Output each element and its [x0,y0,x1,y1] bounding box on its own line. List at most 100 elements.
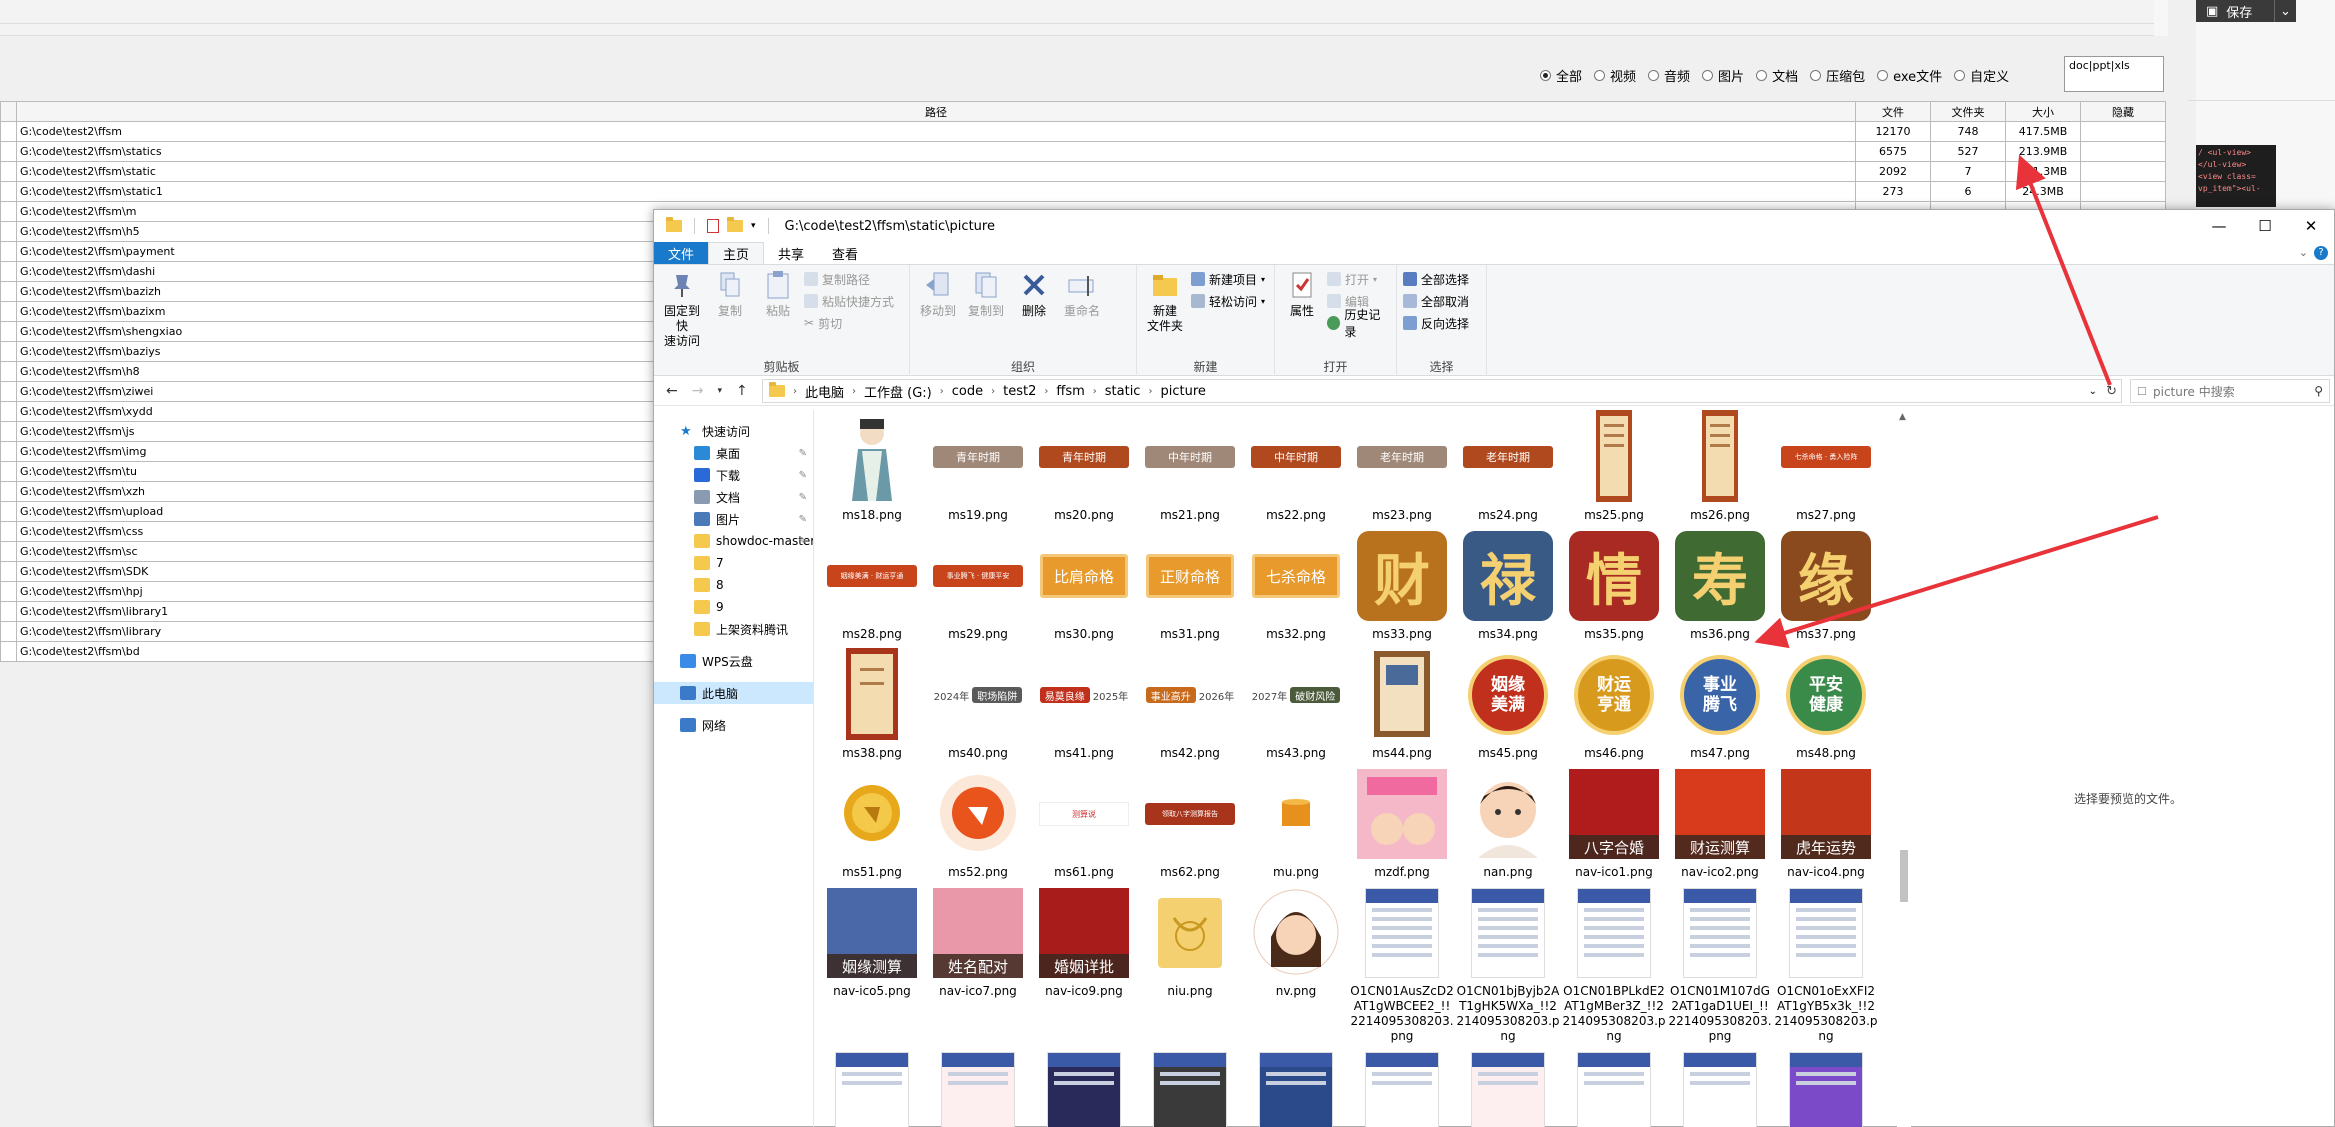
column-header-path[interactable]: 路径 [15,101,1857,122]
chevron-down-icon[interactable]: ⌄ [2274,0,2296,22]
file-item[interactable]: 婚姻详批 nav-ico9.png [1032,886,1136,999]
pin-icon[interactable]: ✎ [799,536,807,547]
rename-button[interactable]: 重命名 [1060,269,1104,319]
recent-locations-icon[interactable]: ▾ [717,386,722,396]
file-item[interactable] [926,1050,1030,1127]
file-item[interactable] [1350,1050,1454,1127]
chevron-down-icon[interactable]: ⌄ [2089,386,2097,397]
pin-quick-access-button[interactable]: 固定到快 速访问 [660,269,704,349]
file-item[interactable]: 姻缘测算 nav-ico5.png [820,886,924,999]
file-item[interactable]: 八字合婚 nav-ico1.png [1562,767,1666,880]
file-item[interactable]: O1CN01oExXFI2AT1gYB5x3k_!!2214095308203.… [1774,886,1878,1044]
scrollbar-thumb[interactable] [1900,850,1908,902]
nav-item-network[interactable]: 网络 [654,714,813,736]
nav-item-desktop[interactable]: 桌面 ✎ [654,442,813,464]
properties-button[interactable]: 属性 [1281,269,1323,333]
file-item[interactable] [1774,1050,1878,1127]
invert-selection-button[interactable]: 反向选择 [1403,313,1480,333]
breadcrumb-item[interactable]: ffsm [1056,384,1084,399]
save-button[interactable]: ▣ 保存 ⌄ [2196,0,2296,22]
copy-path-button[interactable]: 复制路径 [804,269,894,289]
breadcrumb-item[interactable]: static [1105,384,1141,399]
history-button[interactable]: 历史记录 [1327,308,1390,339]
breadcrumb-item[interactable]: 工作盘 (G:) [864,382,932,401]
file-item[interactable]: ms52.png [926,767,1030,880]
select-all-button[interactable]: 全部选择 [1403,269,1480,289]
breadcrumb-item[interactable]: code [952,384,983,399]
file-item[interactable]: 青年时期 ms20.png [1032,410,1136,523]
nav-item-folder[interactable]: 上架资料腾讯 [654,618,813,640]
file-item[interactable]: 中年时期 ms21.png [1138,410,1242,523]
file-item[interactable]: 老年时期 ms23.png [1350,410,1454,523]
refresh-icon[interactable]: ↻ [2106,384,2117,399]
file-item[interactable] [1244,1050,1348,1127]
breadcrumb-item[interactable]: 此电脑 [805,382,844,401]
breadcrumb-separator-icon[interactable]: › [940,386,944,397]
delete-button[interactable]: 删除 [1012,269,1056,319]
pin-icon[interactable]: ✎ [799,470,807,481]
pin-icon[interactable]: ✎ [799,514,807,525]
file-item[interactable]: mu.png [1244,767,1348,880]
filter-radio[interactable]: 全部 [1540,66,1582,85]
file-item[interactable]: 老年时期 ms24.png [1456,410,1560,523]
chevron-down-icon[interactable]: ⌄ [2299,246,2308,259]
nav-item-cloud[interactable]: WPS云盘 [654,650,813,672]
pin-icon[interactable]: ✎ [799,448,807,459]
filter-radio[interactable]: 自定义 [1954,66,2009,85]
file-item[interactable]: 易莫良缘 2025年 ms41.png [1032,648,1136,761]
file-item[interactable] [1562,1050,1666,1127]
breadcrumb-separator-icon[interactable]: › [1044,386,1048,397]
file-item[interactable]: 姻缘 美满 ms45.png [1456,648,1560,761]
easy-access-button[interactable]: 轻松访问 ▾ [1191,291,1265,311]
tab-file[interactable]: 文件 [654,242,709,264]
file-item[interactable]: 财运 亨通 ms46.png [1562,648,1666,761]
file-item[interactable]: 禄 ms34.png [1456,529,1560,642]
filter-radio[interactable]: 压缩包 [1810,66,1865,85]
new-folder-icon[interactable] [727,217,743,232]
file-item[interactable]: 2024年 职场陷阱 ms40.png [926,648,1030,761]
properties-icon[interactable] [707,219,719,233]
breadcrumb-separator-icon[interactable]: › [991,386,995,397]
nav-item-folder[interactable]: 9 [654,596,813,618]
file-list-scrollbar[interactable]: ▲ [1897,410,1911,1127]
filter-radio[interactable]: 视频 [1594,66,1636,85]
nav-item-docs[interactable]: 文档 ✎ [654,486,813,508]
back-arrow-icon[interactable]: ← [666,383,678,399]
column-header-folders[interactable]: 文件夹 [1930,101,2006,122]
file-item[interactable]: 事业腾飞 · 健康平安 ms29.png [926,529,1030,642]
tab-home[interactable]: 主页 [708,242,765,264]
copy-button[interactable]: 复制 [708,269,752,349]
file-item[interactable]: 姓名配对 nav-ico7.png [926,886,1030,999]
nav-item-download[interactable]: 下载 ✎ [654,464,813,486]
scroll-up-icon[interactable]: ▲ [1899,412,1906,422]
file-item[interactable]: 中年时期 ms22.png [1244,410,1348,523]
file-item[interactable]: 比肩命格 ms30.png [1032,529,1136,642]
tab-view[interactable]: 查看 [818,242,872,264]
file-item[interactable]: 事业 腾飞 ms47.png [1668,648,1772,761]
file-item[interactable] [1456,1050,1560,1127]
file-item[interactable]: mzdf.png [1350,767,1454,880]
table-row[interactable]: G:\code\test2\ffsm 12170 748 417.5MB [0,121,2167,142]
address-bar[interactable]: › 此电脑 › 工作盘 (G:) › code › test2 › ffsm › static › pi… [762,379,2122,403]
search-box[interactable]: ☐ picture 中搜索 ⚲ [2130,379,2330,403]
file-item[interactable]: niu.png [1138,886,1242,999]
filter-radio[interactable]: 音频 [1648,66,1690,85]
breadcrumb-separator-icon[interactable]: › [1148,386,1152,397]
custom-extension-input[interactable]: doc|ppt|xls [2064,56,2164,92]
tab-share[interactable]: 共享 [764,242,818,264]
file-item[interactable]: 缘 ms37.png [1774,529,1878,642]
up-arrow-icon[interactable]: ↑ [736,383,748,399]
file-item[interactable]: ms51.png [820,767,924,880]
file-item[interactable]: 正财命格 ms31.png [1138,529,1242,642]
file-item[interactable]: O1CN01bjByjb2AT1gHK5WXa_!!2214095308203.… [1456,886,1560,1044]
table-row[interactable]: G:\code\test2\ffsm\static1 273 6 24.3MB [0,181,2167,202]
vertical-scrollbar[interactable] [2154,0,2168,36]
breadcrumb-separator-icon[interactable]: › [852,386,856,397]
help-icon[interactable]: ? [2314,246,2328,260]
copy-to-button[interactable]: 复制到 [964,269,1008,319]
filter-radio[interactable]: 图片 [1702,66,1744,85]
file-item[interactable]: nv.png [1244,886,1348,999]
search-input[interactable]: picture 中搜索 [2153,383,2235,400]
column-header-size[interactable]: 大小 [2005,101,2081,122]
file-item[interactable]: ms18.png [820,410,924,523]
